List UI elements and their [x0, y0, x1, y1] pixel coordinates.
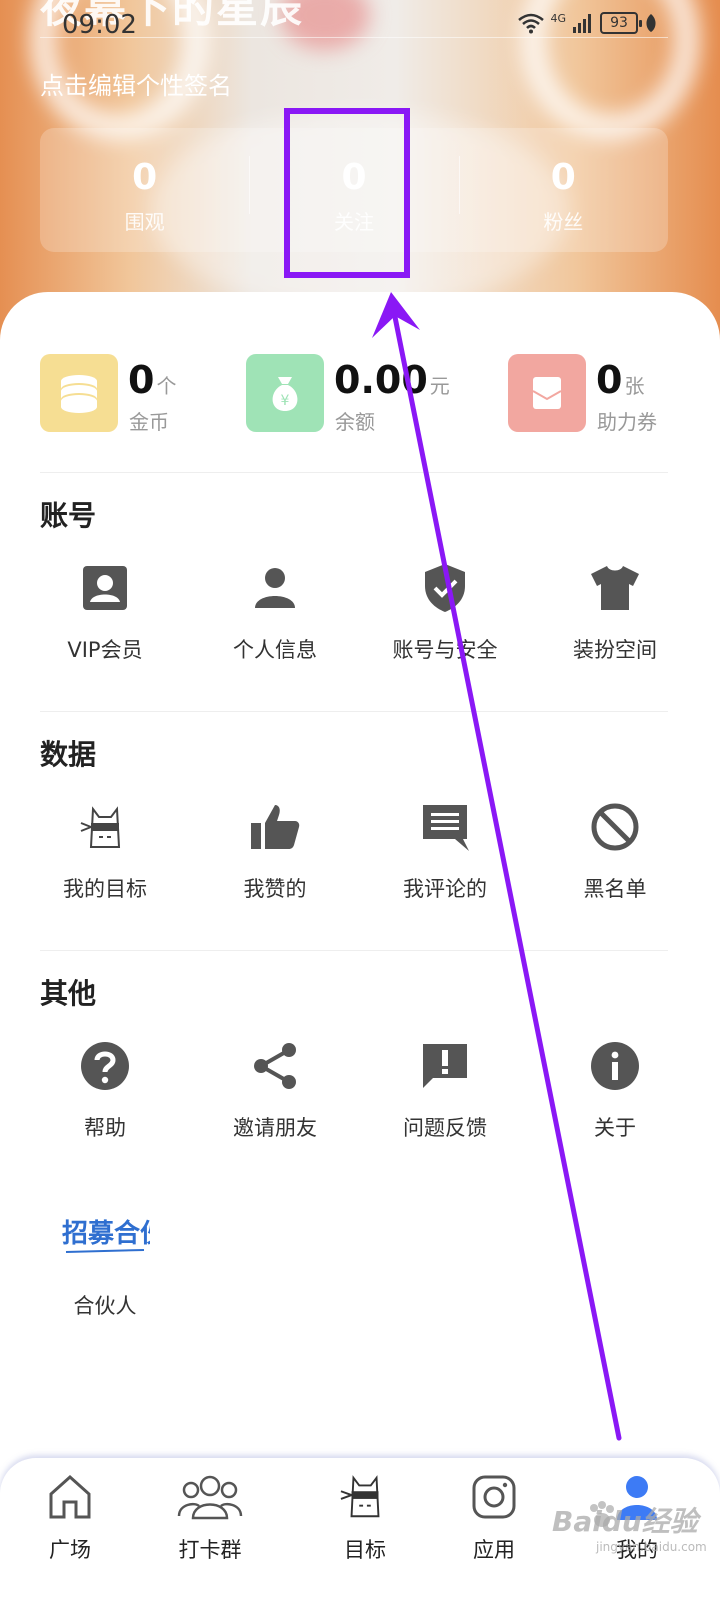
- tab-checkin-group[interactable]: 打卡群: [150, 1472, 270, 1592]
- balance-label: 余额: [335, 410, 375, 434]
- status-icons: 4G 93: [518, 12, 658, 34]
- signature-text[interactable]: 点击编辑个性签名: [40, 66, 232, 101]
- menu-blacklist[interactable]: 黑名单: [530, 801, 700, 921]
- menu-invite-friends[interactable]: 邀请朋友: [190, 1040, 360, 1160]
- tab-label: 应用: [473, 1538, 515, 1562]
- camera-icon: [472, 1475, 516, 1519]
- menu-about[interactable]: 关于: [530, 1040, 700, 1160]
- other-grid: 帮助 邀请朋友 问题反馈 关于: [20, 1040, 700, 1160]
- menu-label: 个人信息: [233, 638, 317, 662]
- coins-icon: [40, 354, 118, 432]
- coupons-label: 助力券: [597, 410, 657, 434]
- menu-label: 我的目标: [63, 877, 147, 901]
- content-card: 0个 金币 ¥ 0.00 元 余额 0张 助力券 账号 VIP会员 个人信息 账…: [0, 292, 720, 1462]
- status-time: 09:02: [62, 10, 137, 40]
- partner-logo-text: 招募合伙人: [62, 1218, 150, 1249]
- watermark-url: jingyan.baidu.com: [596, 1540, 707, 1554]
- stat-followers[interactable]: 0 粉丝: [458, 128, 668, 252]
- share-icon: [254, 1043, 296, 1089]
- menu-partner[interactable]: 招募合伙人 合伙人: [20, 1200, 190, 1330]
- coupon-icon: [508, 354, 586, 432]
- section-title-account: 账号: [40, 499, 97, 532]
- menu-my-likes[interactable]: 我赞的: [190, 801, 360, 921]
- account-grid: VIP会员 个人信息 账号与安全 装扮空间: [20, 562, 700, 682]
- tab-goals[interactable]: 目标: [305, 1472, 425, 1592]
- divider: [40, 711, 668, 712]
- coins-value: 0个: [128, 358, 177, 402]
- vip-card-icon: [83, 566, 127, 610]
- stat-value: 0: [550, 157, 576, 198]
- annotation-highlight-box: [284, 108, 410, 278]
- feedback-icon: [423, 1044, 467, 1088]
- menu-label: 账号与安全: [392, 638, 498, 662]
- person-icon: [255, 568, 295, 608]
- thumbs-up-icon: [251, 805, 300, 849]
- menu-label: 关于: [594, 1116, 636, 1140]
- stat-label: 围观: [124, 210, 165, 234]
- menu-my-goals[interactable]: 我的目标: [20, 801, 190, 921]
- divider: [40, 950, 668, 951]
- leaf-icon: [646, 14, 656, 32]
- help-icon: [81, 1042, 129, 1090]
- menu-label: 装扮空间: [573, 638, 657, 662]
- menu-help[interactable]: 帮助: [20, 1040, 190, 1160]
- stat-value: 0: [132, 157, 158, 198]
- status-bar: 09:02 4G 93: [0, 0, 720, 50]
- block-icon: [591, 803, 639, 851]
- menu-label: 我评论的: [403, 877, 487, 901]
- menu-label: 我赞的: [243, 877, 307, 901]
- menu-label: 合伙人: [73, 1294, 137, 1318]
- ninja-cat-icon: [340, 1475, 380, 1518]
- network-type: 4G: [550, 11, 566, 25]
- stat-label: 粉丝: [543, 210, 584, 234]
- menu-vip[interactable]: VIP会员: [20, 562, 190, 682]
- svg-text:¥: ¥: [281, 393, 290, 409]
- tab-label: 广场: [49, 1538, 91, 1562]
- menu-label: 问题反馈: [403, 1116, 487, 1140]
- menu-label: VIP会员: [67, 638, 143, 662]
- balance-value: 0.00 元: [334, 358, 450, 402]
- battery-icon: 93: [600, 12, 642, 34]
- section-title-data: 数据: [40, 738, 97, 771]
- partner-logo-icon: 招募合伙人: [62, 1218, 150, 1253]
- tab-label: 打卡群: [178, 1538, 242, 1562]
- shirt-icon: [591, 566, 639, 610]
- watermark: Baidu经验 jingyan.baidu.com: [540, 1494, 710, 1564]
- menu-my-comments[interactable]: 我评论的: [360, 801, 530, 921]
- section-title-other: 其他: [40, 977, 97, 1010]
- comment-icon: [423, 805, 469, 851]
- divider: [40, 472, 668, 473]
- menu-account-security[interactable]: 账号与安全: [360, 562, 530, 682]
- coins-label: 金币: [129, 410, 169, 434]
- group-icon: [177, 1475, 243, 1520]
- menu-personal-info[interactable]: 个人信息: [190, 562, 360, 682]
- data-grid: 我的目标 我赞的 我评论的 黑名单: [20, 801, 700, 921]
- tab-square[interactable]: 广场: [10, 1472, 130, 1592]
- coupons-value: 0张: [596, 358, 645, 402]
- menu-label: 邀请朋友: [233, 1116, 317, 1140]
- wallet-row: 0个 金币 ¥ 0.00 元 余额 0张 助力券: [40, 354, 668, 434]
- money-bag-icon: ¥: [246, 354, 324, 432]
- shield-check-icon: [425, 564, 465, 612]
- menu-label: 黑名单: [583, 877, 647, 901]
- menu-label: 帮助: [84, 1116, 126, 1140]
- home-icon: [49, 1474, 91, 1519]
- stat-views[interactable]: 0 围观: [40, 128, 249, 252]
- partner-grid: 招募合伙人 合伙人: [20, 1200, 700, 1330]
- wifi-icon: [518, 13, 545, 34]
- tab-apps[interactable]: 应用: [434, 1472, 554, 1592]
- menu-feedback[interactable]: 问题反馈: [360, 1040, 530, 1160]
- menu-dress-up[interactable]: 装扮空间: [530, 562, 700, 682]
- info-icon: [591, 1042, 639, 1090]
- signal-icon: [573, 14, 591, 33]
- tab-label: 目标: [344, 1538, 386, 1562]
- ninja-cat-icon: [80, 806, 121, 848]
- watermark-brand: Baidu经验: [552, 1505, 698, 1538]
